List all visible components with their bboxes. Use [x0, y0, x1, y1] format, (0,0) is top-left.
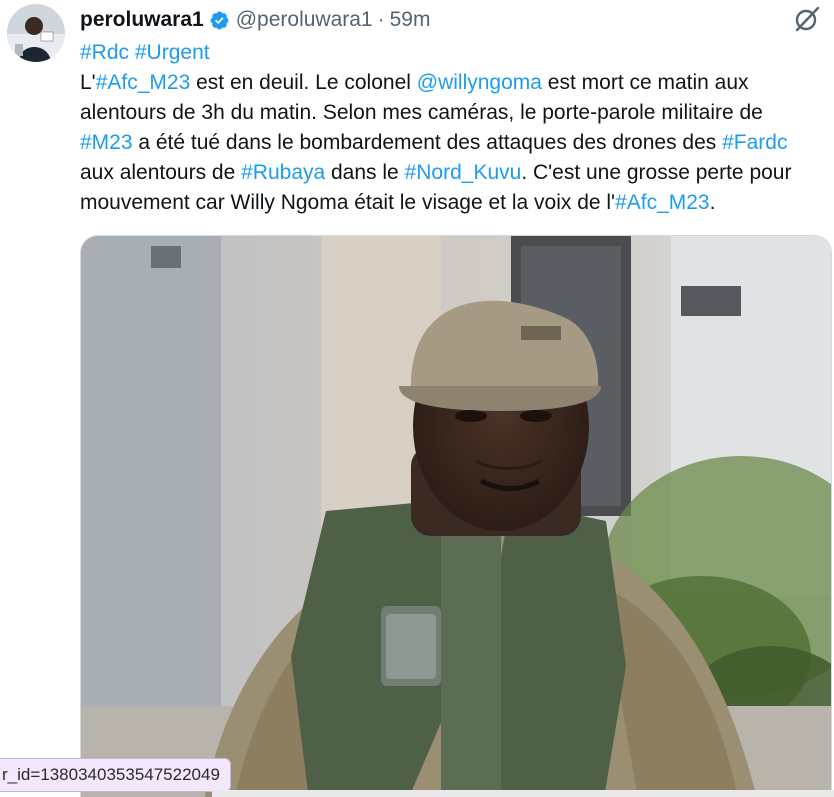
- tweet-text-segment: aux alentours de: [80, 161, 242, 184]
- tweet-media-photo[interactable]: [80, 235, 832, 797]
- tweet-line-3: alentours de 3h du matin. Selon mes camé…: [80, 98, 832, 128]
- hashtag-link[interactable]: #Afc_M23: [615, 191, 710, 214]
- horizontal-scrollbar[interactable]: [212, 790, 834, 797]
- mention-link[interactable]: @willyngoma: [417, 71, 542, 94]
- hashtag-link[interactable]: #Rubaya: [241, 161, 325, 184]
- avatar[interactable]: [7, 4, 65, 62]
- avatar-photo: [7, 4, 65, 62]
- tweet-text-segment: est en deuil. Le colonel: [190, 71, 417, 94]
- tweet-text-segment: .: [709, 191, 716, 214]
- tweet-text-segment: . C'est une grosse perte pour: [521, 161, 792, 184]
- verified-badge-icon: [210, 11, 229, 29]
- tweet-text: #Rdc #Urgent L'#Afc_M23 est en deuil. Le…: [80, 38, 832, 218]
- tweet-text-segment: alentours de 3h du matin. Selon mes camé…: [80, 101, 763, 124]
- grok-slash-icon[interactable]: [792, 4, 822, 34]
- tweet-line-5: aux alentours de #Rubaya dans le #Nord_K…: [80, 158, 832, 188]
- tweet-line-2: L'#Afc_M23 est en deuil. Le colonel @wil…: [80, 68, 832, 98]
- hashtag-link[interactable]: #Rdc: [80, 41, 129, 64]
- status-url-text: r_id=1380340353547522049: [2, 765, 220, 784]
- handle[interactable]: @peroluwara1: [236, 8, 373, 32]
- soldier-photo: [81, 236, 831, 797]
- hashtag-link[interactable]: #Nord_Kuvu: [405, 161, 522, 184]
- hashtag-link[interactable]: #Afc_M23: [96, 71, 191, 94]
- timestamp[interactable]: 59m: [390, 8, 431, 32]
- tweet-text-segment: L': [80, 71, 96, 94]
- tweet-text-segment: mouvement car Willy Ngoma était le visag…: [80, 191, 616, 214]
- hashtag-link[interactable]: #M23: [80, 131, 133, 154]
- tweet-header: peroluwara1 @peroluwara1 · 59m: [80, 4, 824, 36]
- tweet-text-segment: dans le: [325, 161, 405, 184]
- tweet-line-1: #Rdc #Urgent: [80, 38, 832, 68]
- hashtag-link[interactable]: #Urgent: [135, 41, 210, 64]
- separator-dot: ·: [377, 8, 385, 31]
- display-name[interactable]: peroluwara1: [80, 8, 204, 32]
- status-bar-url: r_id=1380340353547522049: [0, 758, 231, 792]
- hashtag-link[interactable]: #Fardc: [722, 131, 787, 154]
- tweet-text-segment: est mort ce matin aux: [541, 71, 749, 94]
- tweet-line-4: #M23 a été tué dans le bombardement des …: [80, 128, 832, 158]
- tweet-line-6: mouvement car Willy Ngoma était le visag…: [80, 188, 832, 218]
- tweet-text-segment: a été tué dans le bombardement des attaq…: [132, 131, 723, 154]
- tweet-card[interactable]: peroluwara1 @peroluwara1 · 59m #Rdc #Urg…: [0, 0, 834, 797]
